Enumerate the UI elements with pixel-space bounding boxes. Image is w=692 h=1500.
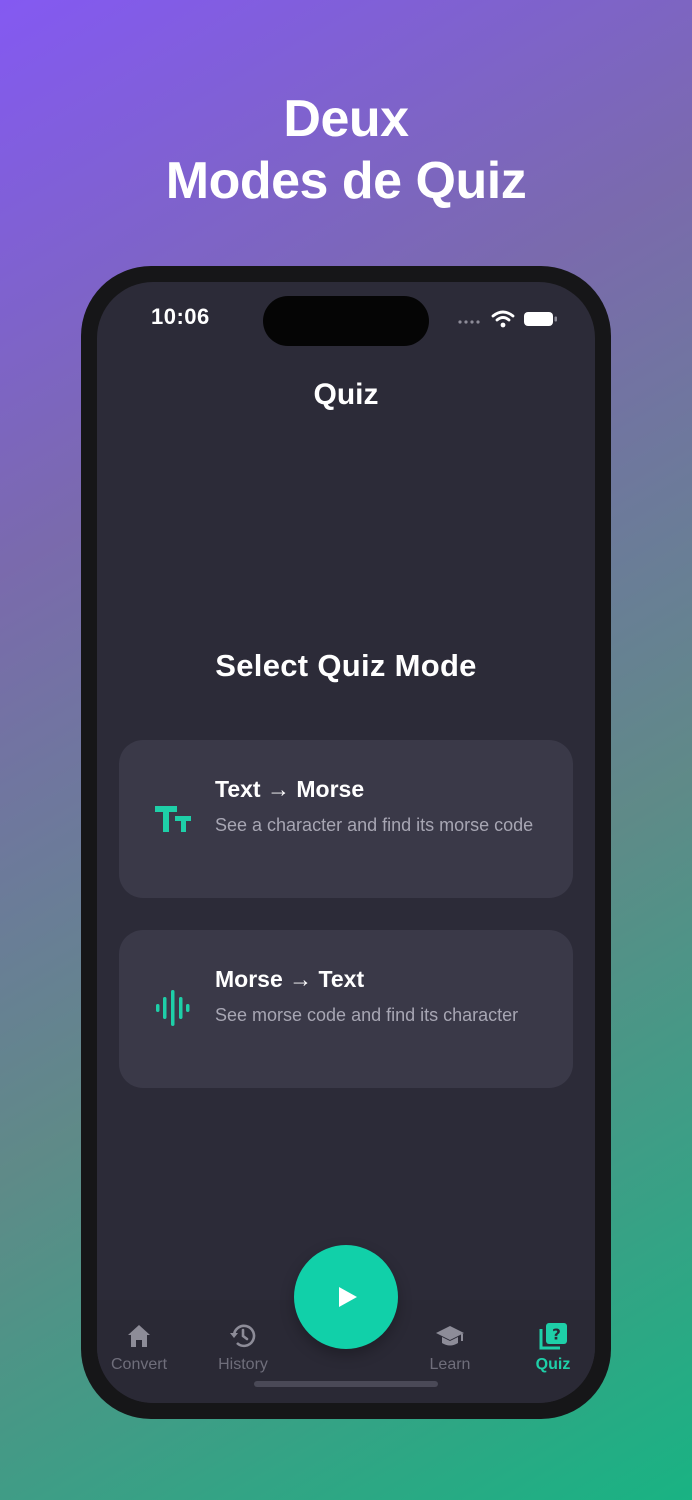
- screen-title: Quiz: [313, 378, 379, 411]
- cellular-icon: [458, 320, 480, 324]
- wifi-icon: [491, 310, 515, 328]
- mode-description: See morse code and find its character: [215, 1005, 519, 1025]
- mode-card-text-to-morse[interactable]: Text → Morse See a character and find it…: [119, 740, 573, 898]
- promo-line-2: Modes de Quiz: [165, 152, 527, 210]
- mode-title: Text → Morse: [215, 776, 365, 802]
- history-icon: [230, 1324, 256, 1348]
- mode-title: Morse → Text: [215, 966, 365, 992]
- play-button[interactable]: [294, 1245, 398, 1349]
- tab-label: History: [218, 1356, 268, 1373]
- home-indicator: [254, 1381, 438, 1387]
- dynamic-island: [263, 296, 429, 346]
- quiz-icon: ?: [539, 1323, 567, 1350]
- status-icons: [457, 310, 559, 328]
- mode-card-morse-to-text[interactable]: Morse → Text See morse code and find its…: [119, 930, 573, 1088]
- tab-label: Learn: [429, 1356, 471, 1373]
- tab-quiz[interactable]: ? Quiz: [505, 1320, 595, 1374]
- app-screen: 10:06 Quiz Select Quiz Mode Text → Morse…: [97, 282, 595, 1403]
- play-icon: [339, 1287, 357, 1307]
- svg-text:?: ?: [552, 1326, 561, 1344]
- text-size-icon: [155, 806, 191, 832]
- mode-description: See a character and find its morse code: [215, 815, 534, 835]
- select-mode-heading: Select Quiz Mode: [215, 648, 477, 683]
- tab-history[interactable]: History: [195, 1320, 291, 1374]
- status-time: 10:06: [151, 304, 210, 329]
- promo-line-1: Deux: [283, 90, 409, 148]
- battery-icon: [524, 312, 557, 326]
- promo-headline: Deux Modes de Quiz: [0, 88, 692, 212]
- tab-convert[interactable]: Convert: [97, 1320, 187, 1374]
- waveform-icon: [156, 990, 190, 1026]
- tab-label: Convert: [110, 1356, 168, 1373]
- home-icon: [128, 1325, 150, 1347]
- graduation-cap-icon: [436, 1326, 464, 1346]
- tab-label: Quiz: [535, 1356, 571, 1373]
- phone-frame: 10:06 Quiz Select Quiz Mode Text → Morse…: [81, 266, 611, 1419]
- tab-learn[interactable]: Learn: [402, 1320, 498, 1374]
